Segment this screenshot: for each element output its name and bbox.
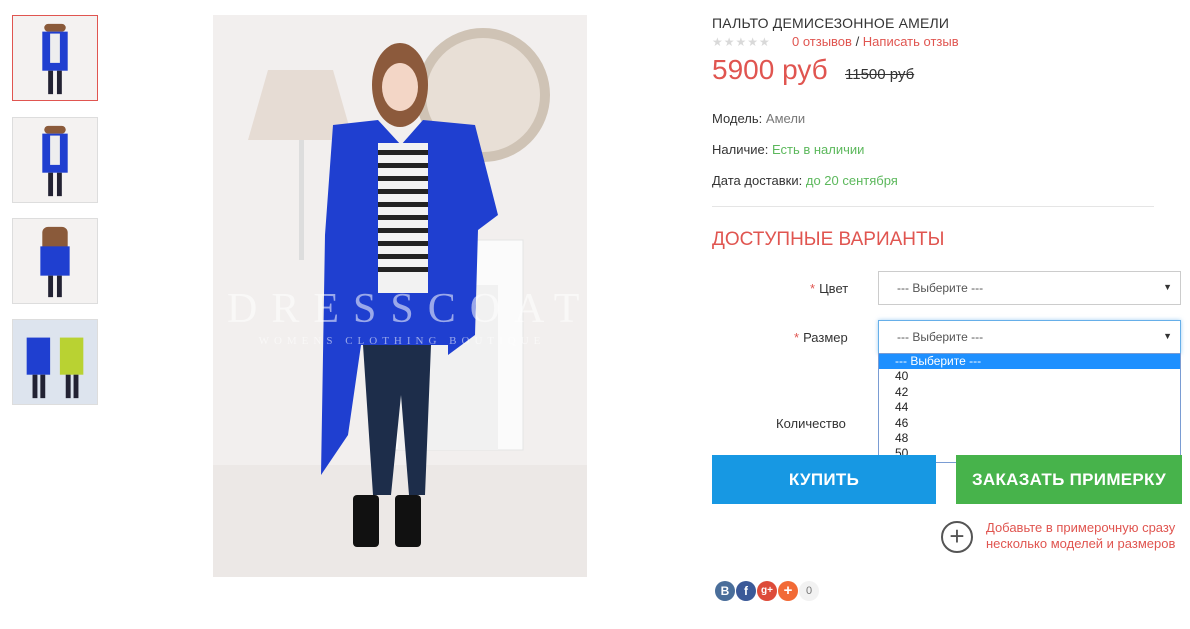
model-row: Модель: Амели xyxy=(712,111,805,126)
write-review-link[interactable]: Написать отзыв xyxy=(863,34,959,49)
size-option[interactable]: --- Выберите --- xyxy=(879,354,1180,370)
size-option[interactable]: 44 xyxy=(879,400,1180,415)
size-option[interactable]: 48 xyxy=(879,431,1180,446)
stock-row: Наличие: Есть в наличии xyxy=(712,142,864,157)
size-option[interactable]: 42 xyxy=(879,385,1180,400)
delivery-row: Дата доставки: до 20 сентября xyxy=(712,173,898,188)
size-label-text: Размер xyxy=(803,330,848,345)
size-option[interactable]: 40 xyxy=(879,369,1180,384)
color-select[interactable]: --- Выберите --- ▼ xyxy=(878,271,1181,305)
divider xyxy=(712,206,1154,207)
stock-label: Наличие: xyxy=(712,142,769,157)
stock-value: Есть в наличии xyxy=(771,142,865,157)
thumbnail-3[interactable] xyxy=(12,218,98,304)
thumbnail-2-image xyxy=(13,118,97,202)
model-value: Амели xyxy=(765,111,806,126)
vk-share-icon[interactable]: B xyxy=(715,581,735,601)
thumbnail-4[interactable] xyxy=(12,319,98,405)
reviews-separator: / xyxy=(851,34,863,49)
delivery-value: до 20 сентября xyxy=(805,173,898,188)
size-select-value: --- Выберите --- xyxy=(897,330,984,344)
old-price: 11500 руб xyxy=(845,66,915,83)
size-select[interactable]: --- Выберите --- ▼ xyxy=(878,320,1181,354)
required-mark: * xyxy=(794,330,800,345)
share-bar: Bf g+ +0 xyxy=(715,581,820,601)
color-label-text: Цвет xyxy=(819,281,849,296)
thumbnail-2[interactable] xyxy=(12,117,98,203)
reviews-line: 0 отзывов / Написать отзыв xyxy=(792,34,959,49)
chevron-down-icon: ▼ xyxy=(1163,331,1172,341)
size-option[interactable]: 46 xyxy=(879,416,1180,431)
google-plus-share-icon[interactable]: g+ xyxy=(757,581,777,601)
thumbnail-3-image xyxy=(13,219,97,303)
color-select-value: --- Выберите --- xyxy=(897,281,984,295)
chevron-down-icon: ▼ xyxy=(1163,282,1172,292)
share-count: 0 xyxy=(799,581,819,601)
thumbnail-4-image xyxy=(13,320,97,404)
color-label: * Цвет xyxy=(810,281,848,296)
watermark-sub: WOMENS CLOTHING BOUTIQUE xyxy=(258,335,546,347)
product-title: ПАЛЬТО ДЕМИСЕЗОННОЕ АМЕЛИ xyxy=(712,15,950,31)
size-dropdown-list[interactable]: --- Выберите --- 40 42 44 46 48 50 xyxy=(878,353,1181,463)
price: 5900 руб xyxy=(712,54,828,85)
watermark-main: DRESSCOAT xyxy=(227,286,587,332)
thumbnail-1[interactable] xyxy=(12,15,98,101)
required-mark: * xyxy=(810,281,816,296)
product-main-image[interactable]: DRESSCOAT WOMENS CLOTHING BOUTIQUE xyxy=(213,15,587,577)
facebook-share-icon[interactable]: f xyxy=(736,581,756,601)
add-to-fitting-room-icon[interactable]: + xyxy=(941,521,973,553)
fitting-room-note[interactable]: Добавьте в примерочную сразу несколько м… xyxy=(986,520,1186,552)
size-label: * Размер xyxy=(794,330,848,345)
more-share-icon[interactable]: + xyxy=(778,581,798,601)
reviews-count-link[interactable]: 0 отзывов xyxy=(792,34,852,49)
thumbnail-1-image xyxy=(13,16,97,100)
variants-title: ДОСТУПНЫЕ ВАРИАНТЫ xyxy=(712,229,945,250)
model-label: Модель: xyxy=(712,111,763,126)
delivery-label: Дата доставки: xyxy=(712,173,803,188)
buy-button[interactable]: КУПИТЬ xyxy=(712,455,936,504)
quantity-label: Количество xyxy=(776,416,846,431)
order-try-on-button[interactable]: ЗАКАЗАТЬ ПРИМЕРКУ xyxy=(956,455,1182,504)
rating-stars: ★★★★★ xyxy=(712,35,771,49)
